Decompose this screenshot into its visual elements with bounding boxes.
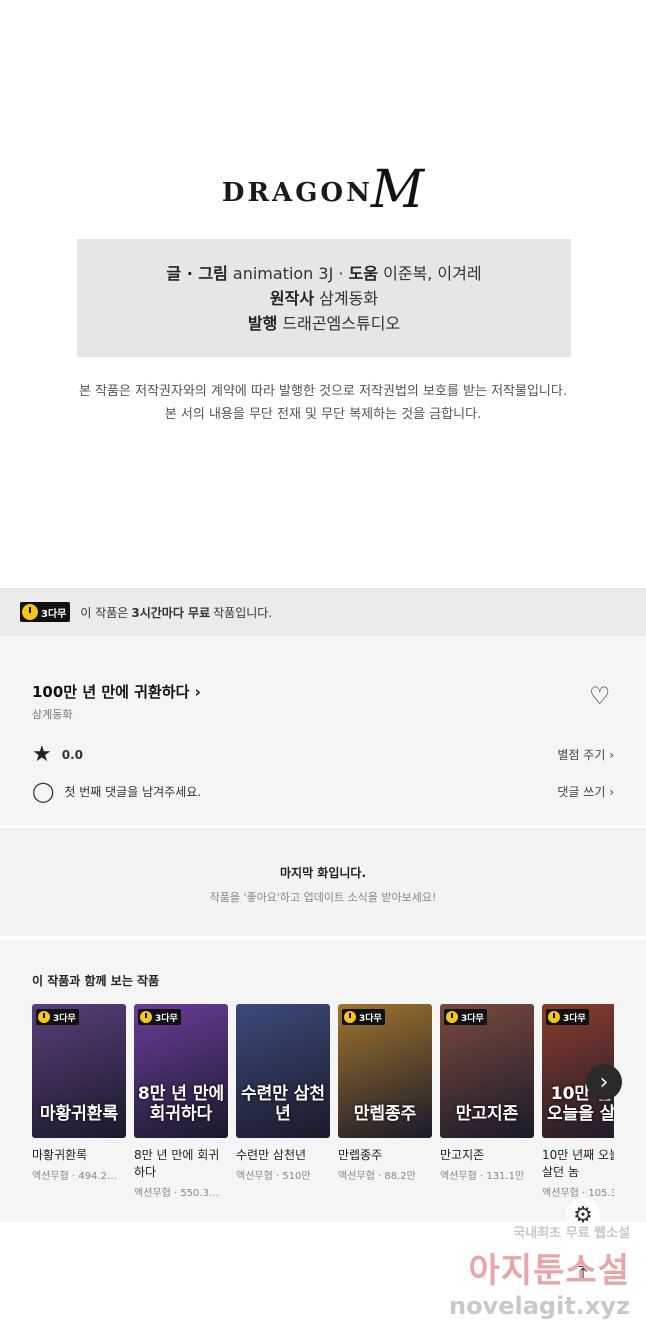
cover-title: 만렙종주 [353,1104,417,1124]
recommendation-card[interactable]: 3다무 만고지존 만고지존 액션무협 · 131.1만 [440,1004,534,1182]
cover-image: 3다무만고지존 [440,1004,534,1138]
free-badge: 3다무 [444,1009,487,1025]
card-meta: 액션무협 · 550.3… [134,1188,219,1199]
card-meta: 액션무협 · 88.2만 [338,1171,416,1182]
carousel-next-button[interactable]: › [586,1064,622,1100]
write-comment-button[interactable]: 댓글 쓰기 › [557,783,614,800]
card-title: 만렙종주 [338,1148,383,1162]
card-meta: 액션무협 · 510만 [236,1171,311,1182]
card-title: 마황귀환록 [32,1148,88,1162]
heart-icon[interactable]: ♡ [589,682,611,710]
cover-image: 수련만 삼천년 [236,1004,330,1138]
card-title: 8만 년 만에 회귀하다 [134,1148,220,1179]
credits-line-publisher: 발행 드래곤엠스튜디오 [247,314,401,333]
last-episode-notice: 마지막 화입니다. 작품을 '좋아요'하고 업데이트 소식을 받아보세요! [0,828,646,936]
comment-bubble-icon: ◯ [32,779,55,803]
credits-line-original: 원작사 삼계동화 [269,289,379,308]
cover-image: 3다무만렙종주 [338,1004,432,1138]
cover-title: 만고지존 [455,1104,519,1124]
comment-row: ◯ 첫 번째 댓글을 남겨주세요. 댓글 쓰기 › [32,779,614,803]
clock-icon [22,604,38,620]
credits-box: 글 · 그림 animation 3J · 도움 이준복, 이겨레 원작사 삼계… [77,239,571,357]
clock-icon [446,1011,458,1023]
cover-image: 3다무마황귀환록 [32,1004,126,1138]
rate-button[interactable]: 별점 주기 › [557,746,614,763]
free-badge: 3다무 [36,1009,79,1025]
recommendation-card[interactable]: 3다무 만렙종주 만렙종주 액션무협 · 88.2만 [338,1004,432,1182]
card-title: 10만 년째 오늘을 살던 놈 [542,1148,614,1179]
logo-letter: M [370,160,425,220]
clock-icon [548,1011,560,1023]
chevron-right-icon: › [194,683,201,701]
star-icon: ★ [32,742,52,767]
clock-icon [38,1011,50,1023]
recommendation-card[interactable]: 수련만 삼천년 수련만 삼천년 액션무협 · 510만 [236,1004,330,1182]
publisher-logo: DRAGONM [0,160,646,220]
comment-prompt: 첫 번째 댓글을 남겨주세요. [64,784,202,799]
watermark: 국내최초 무료 웹소설 아지툰소설 novelagit.xyz [448,1226,630,1320]
card-meta: 액션무협 · 105.3… [542,1188,614,1199]
work-author: 삼계동화 [32,708,73,721]
free-badge: 3다무 [546,1009,589,1025]
recommendation-card[interactable]: 3다무 8만 년 만에 회귀하다 8만 년 만에 회귀하다액션무협 · 550.3… [134,1004,228,1199]
recommendation-card[interactable]: 3다무10만 년째 오늘을 살던10만 년째 오늘을 살던 놈액션무협 · 10… [542,1004,614,1199]
free-badge: 3다무 [342,1009,385,1025]
cover-image: 3다무 8만 년 만에 회귀하다 [134,1004,228,1138]
rating-row: ★ 0.0 별점 주기 › [32,742,614,767]
free-badge: 3다무 [138,1009,181,1025]
free-badge: 3다무 [20,602,71,622]
work-info-panel: 100만 년 만에 귀환하다 › 삼계동화 ♡ ★ 0.0 별점 주기 › ◯ 첫 … [0,636,646,826]
card-title: 만고지존 [440,1148,485,1162]
card-meta: 액션무협 · 131.1만 [440,1171,525,1182]
free-info-bar: 3다무 이 작품은 3시간마다 무료 작품입니다. [0,588,646,636]
logo-text: DRAGON [221,178,373,208]
recommendation-card[interactable]: 3다무 마황귀환록 마황귀환록 액션무협 · 494.2… [32,1004,126,1182]
cover-title: 8만 년 만에 회귀하다 [137,1084,225,1124]
rating-value: 0.0 [61,747,83,762]
recommendations-section: 이 작품과 함께 보는 작품 3다무 마황귀환록 마황귀환록 액션무협 · 494.2… [0,940,646,1222]
copyright-notice: 본 작품은 저작권자와의 계약에 따라 발행한 것으로 저작권법의 보호를 받는… [79,384,567,422]
credits-line-authors: 글 · 그림 animation 3J · 도움 이준복, 이겨레 [166,264,482,283]
card-meta: 액션무협 · 494.2… [32,1171,117,1182]
cover-title: 수련만 삼천년 [240,1084,326,1124]
clock-icon [344,1011,356,1023]
work-title-link[interactable]: 100만 년 만에 귀환하다 › [32,681,201,702]
clock-icon [140,1011,152,1023]
recommendations-heading: 이 작품과 함께 보는 작품 [32,974,160,988]
card-title: 수련만 삼천년 [236,1148,307,1162]
gear-icon[interactable]: ⚙ [566,1198,600,1232]
cover-title: 마황귀환록 [39,1104,119,1124]
recommendation-carousel: 3다무 마황귀환록 마황귀환록 액션무협 · 494.2… 3다무 8만 년 만에 회귀하… [32,1004,614,1214]
scroll-top-icon[interactable]: ⤒ [566,1256,600,1290]
